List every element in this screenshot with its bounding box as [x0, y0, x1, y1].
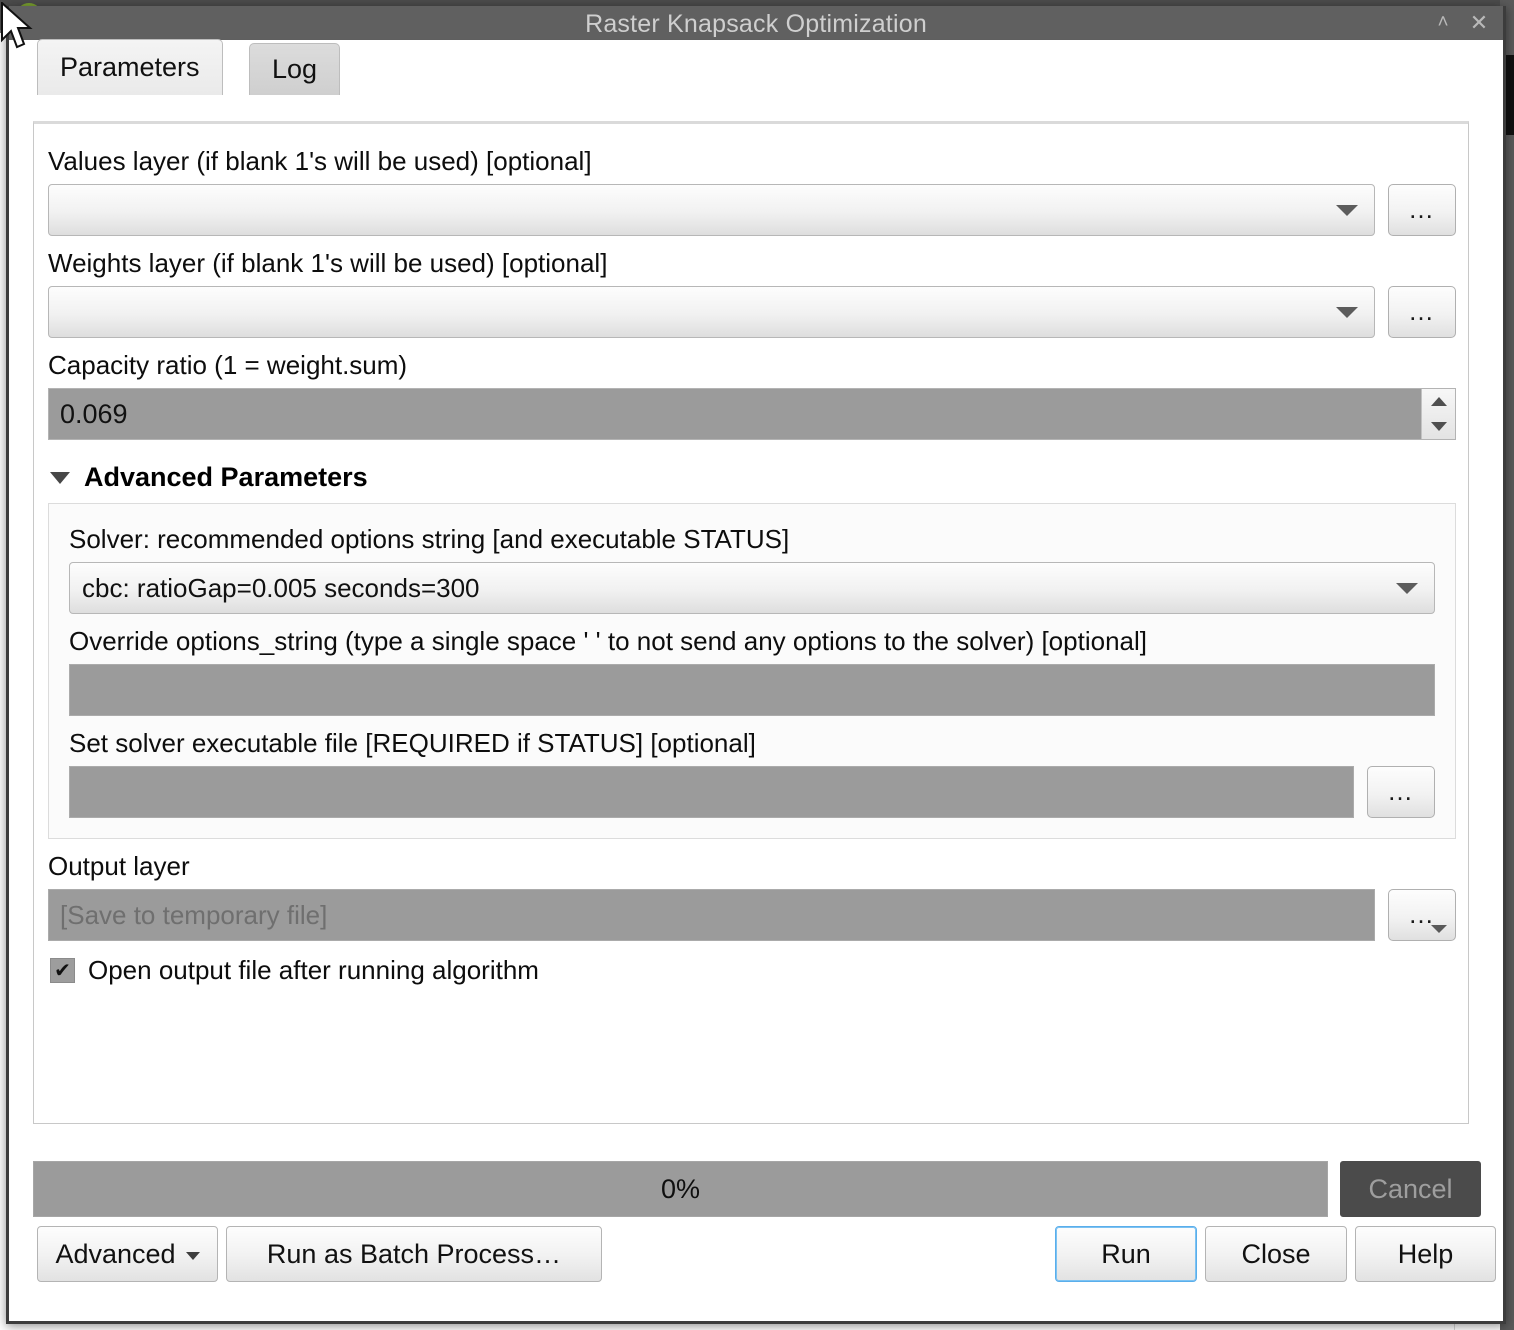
triangle-down-icon[interactable] [50, 471, 70, 484]
parameters-scroll-area: Values layer (if blank 1's will be used)… [33, 121, 1469, 1124]
output-layer-input[interactable]: [Save to temporary file] [48, 889, 1375, 941]
solver-executable-label: Set solver executable file [REQUIRED if … [69, 728, 756, 758]
tab-log[interactable]: Log [249, 43, 341, 95]
open-output-label: Open output file after running algorithm [88, 955, 539, 985]
advanced-menu-button[interactable]: Advanced [37, 1226, 218, 1282]
capacity-ratio-value[interactable]: 0.069 [49, 389, 1421, 439]
capacity-ratio-spinbox[interactable]: 0.069 [48, 388, 1456, 440]
weights-layer-label: Weights layer (if blank 1's will be used… [48, 248, 608, 278]
output-layer-browse-button[interactable]: … [1388, 889, 1456, 941]
cancel-button[interactable]: Cancel [1340, 1161, 1481, 1217]
spinner-up-icon[interactable] [1422, 389, 1455, 414]
advanced-parameters-title: Advanced Parameters [84, 462, 368, 492]
help-button[interactable]: Help [1355, 1226, 1496, 1282]
weights-layer-row: … [48, 286, 1456, 338]
tab-parameters[interactable]: Parameters [37, 39, 223, 95]
solver-options-combobox[interactable]: cbc: ratioGap=0.005 seconds=300 [69, 562, 1435, 614]
output-layer-row: [Save to temporary file] … [48, 889, 1456, 941]
dialog-footer: 0% Cancel Advanced Run as Batch Process…… [9, 1126, 1503, 1321]
weights-layer-combobox[interactable] [48, 286, 1375, 338]
spinner-down-icon[interactable] [1422, 414, 1455, 439]
output-layer-label: Output layer [48, 851, 190, 881]
override-options-input[interactable] [69, 664, 1435, 716]
weights-layer-browse-button[interactable]: … [1388, 286, 1456, 338]
solver-options-value: cbc: ratioGap=0.005 seconds=300 [82, 572, 480, 603]
values-layer-row: … [48, 184, 1456, 236]
open-output-row[interactable]: ✔ Open output file after running algorit… [50, 955, 1456, 986]
dialog-title: Raster Knapsack Optimization [585, 10, 927, 38]
values-layer-label: Values layer (if blank 1's will be used)… [48, 146, 592, 176]
advanced-parameters-header[interactable]: Advanced Parameters [50, 462, 1456, 493]
close-window-button[interactable]: ✕ [1461, 6, 1497, 40]
solver-executable-browse-button[interactable]: … [1367, 766, 1435, 818]
solver-executable-row: … [69, 766, 1435, 818]
dialog-titlebar[interactable]: Raster Knapsack Optimization ˄ ✕ [9, 6, 1503, 40]
chevron-down-icon [1336, 307, 1358, 318]
chevron-down-icon [1396, 583, 1418, 594]
progress-bar-text: 0% [660, 1173, 701, 1204]
dialog-button-row: Advanced Run as Batch Process… Run Close… [9, 1226, 1503, 1286]
collapse-window-button[interactable]: ˄ [1425, 6, 1461, 40]
tab-parameters-label: Parameters [60, 52, 200, 82]
close-button[interactable]: Close [1205, 1226, 1347, 1282]
dialog-tabbar: Parameters Log [9, 39, 1503, 95]
chevron-down-icon [1431, 925, 1447, 933]
progress-row: 0% Cancel [33, 1161, 1481, 1217]
override-options-label: Override options_string (type a single s… [69, 626, 1147, 656]
chevron-down-icon [1336, 205, 1358, 216]
open-output-checkbox[interactable]: ✔ [50, 958, 75, 983]
progress-bar: 0% [33, 1161, 1328, 1217]
values-layer-browse-button[interactable]: … [1388, 184, 1456, 236]
capacity-ratio-stepper[interactable] [1421, 389, 1455, 439]
solver-options-label: Solver: recommended options string [and … [69, 524, 790, 554]
run-as-batch-button[interactable]: Run as Batch Process… [226, 1226, 602, 1282]
solver-executable-input[interactable] [69, 766, 1354, 818]
run-button[interactable]: Run [1055, 1226, 1197, 1282]
advanced-menu-label: Advanced [55, 1238, 176, 1269]
chevron-down-icon [185, 1252, 200, 1260]
raster-knapsack-optimization-dialog: Raster Knapsack Optimization ˄ ✕ Paramet… [6, 6, 1506, 1324]
values-layer-combobox[interactable] [48, 184, 1375, 236]
capacity-ratio-label: Capacity ratio (1 = weight.sum) [48, 350, 408, 380]
advanced-parameters-group: Solver: recommended options string [and … [48, 503, 1456, 839]
tab-log-label: Log [272, 54, 318, 84]
